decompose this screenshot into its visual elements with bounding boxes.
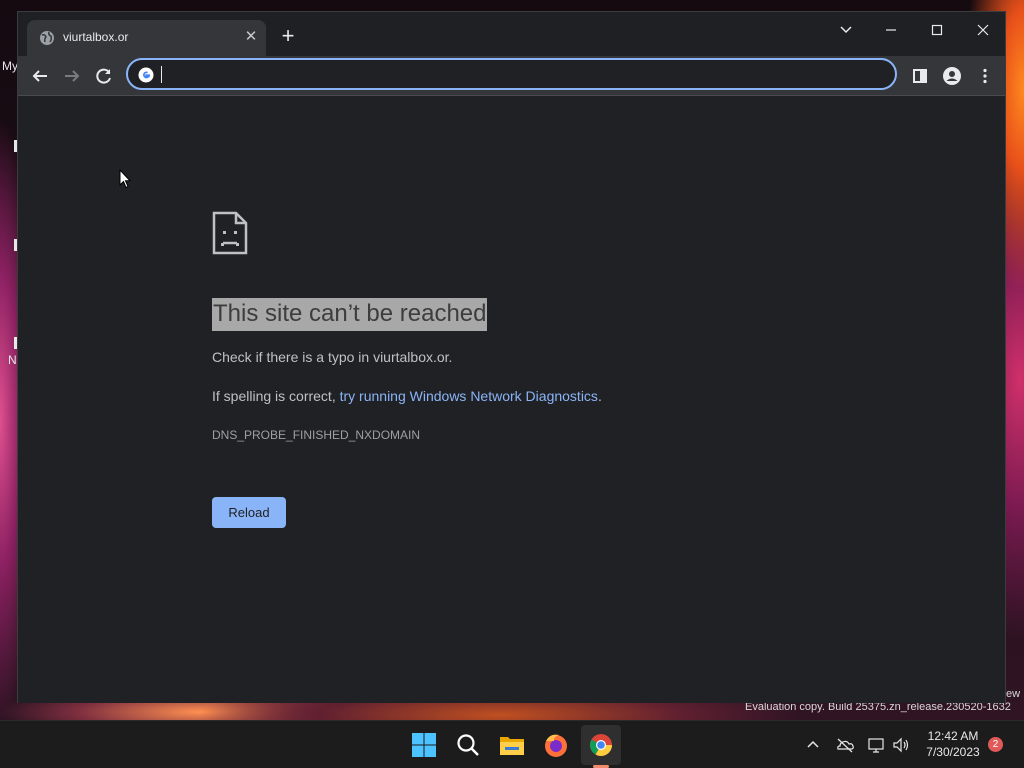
chrome-icon[interactable]	[585, 729, 617, 761]
address-bar[interactable]	[126, 58, 897, 90]
error-code: DNS_PROBE_FINISHED_NXDOMAIN	[212, 428, 421, 442]
url-input[interactable]	[160, 64, 884, 86]
firefox-icon[interactable]	[540, 729, 572, 761]
new-tab-button[interactable]: +	[276, 25, 300, 49]
tab-active[interactable]: viurtalbox.or ✕	[27, 20, 266, 56]
mouse-pointer-icon	[119, 169, 131, 189]
minimize-button[interactable]	[871, 16, 911, 44]
diagnostics-suffix: .	[597, 388, 602, 404]
start-icon[interactable]	[408, 729, 440, 761]
toolbar	[18, 56, 1005, 96]
side-panel-icon[interactable]	[906, 62, 934, 90]
reload-icon[interactable]	[90, 62, 118, 90]
forward-button[interactable]	[58, 62, 86, 90]
text-caret	[161, 66, 162, 83]
profile-icon[interactable]	[938, 62, 966, 90]
clock-time: 12:42 AM	[927, 729, 979, 743]
network-icon[interactable]	[866, 735, 886, 755]
chevron-up-icon[interactable]	[803, 735, 823, 755]
tab-title: viurtalbox.or	[63, 30, 129, 44]
error-typo-hint: Check if there is a typo in viurtalbox.o…	[212, 349, 453, 365]
error-diagnostics-hint: If spelling is correct, try running Wind…	[212, 388, 602, 404]
back-button[interactable]	[26, 62, 54, 90]
page-content: This site can’t be reached Check if ther…	[18, 96, 1005, 703]
search-icon[interactable]	[452, 729, 484, 761]
browser-window: viurtalbox.or ✕ + This site can’t be rea…	[17, 11, 1006, 703]
reload-button[interactable]: Reload	[212, 497, 286, 528]
globe-icon	[40, 31, 54, 45]
watermark-fragment: ew	[1006, 688, 1021, 700]
google-icon	[138, 67, 154, 83]
sad-page-icon	[212, 211, 248, 255]
close-window-button[interactable]	[963, 16, 1003, 44]
desktop-icon-label[interactable]: My	[2, 59, 18, 73]
file-explorer-icon[interactable]	[496, 729, 528, 761]
clock-date: 7/30/2023	[926, 745, 980, 759]
tab-close-icon[interactable]: ✕	[241, 27, 261, 47]
maximize-button[interactable]	[917, 16, 957, 44]
tab-search-icon[interactable]	[826, 16, 866, 44]
taskbar: 12:42 AM 7/30/2023 2	[0, 720, 1024, 768]
onedrive-offline-icon[interactable]	[835, 735, 855, 755]
diagnostics-prefix: If spelling is correct,	[212, 388, 340, 404]
notification-badge[interactable]: 2	[988, 737, 1003, 752]
desktop-icon-label[interactable]: N	[8, 353, 17, 367]
volume-icon[interactable]	[891, 735, 911, 755]
error-title: This site can’t be reached	[212, 298, 488, 331]
menu-kebab-icon[interactable]	[971, 62, 999, 90]
title-bar: viurtalbox.or ✕ +	[18, 12, 1005, 56]
taskbar-clock[interactable]: 12:42 AM 7/30/2023	[918, 728, 988, 760]
network-diagnostics-link[interactable]: try running Windows Network Diagnostics	[340, 388, 598, 404]
